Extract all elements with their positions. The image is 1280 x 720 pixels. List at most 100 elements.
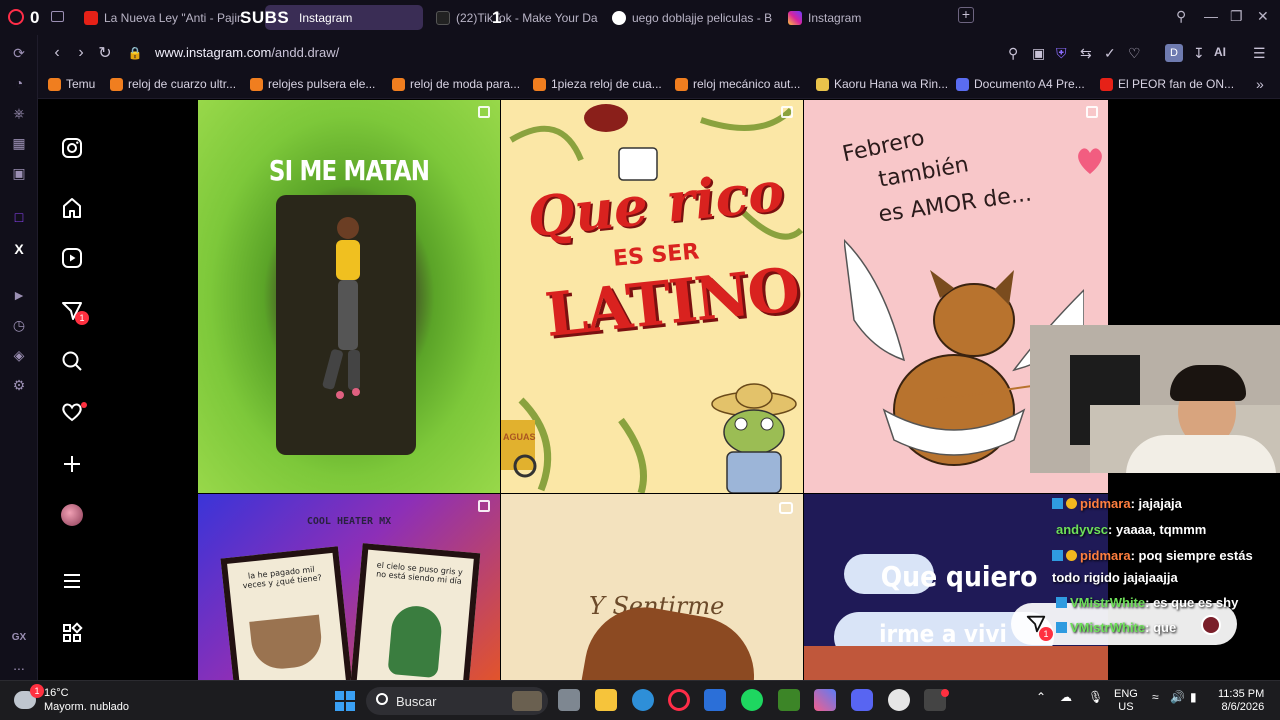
discord-icon[interactable] xyxy=(851,689,873,711)
steam-icon[interactable] xyxy=(888,689,910,711)
refresh-sidebar-icon[interactable]: ⟳ xyxy=(9,43,29,63)
twitch-badge-icon xyxy=(1056,597,1067,608)
search-tabs-icon[interactable]: ⚲ xyxy=(1176,8,1186,25)
bookmarks-overflow-icon[interactable]: » xyxy=(1256,76,1264,92)
back-arrow-icon[interactable]: ‹ xyxy=(48,44,66,62)
aria-ai-button[interactable]: AI xyxy=(1214,45,1226,59)
bookmark-item[interactable]: reloj mecánico aut... xyxy=(675,77,800,91)
bookmark-item[interactable]: relojes pulsera ele... xyxy=(250,77,375,91)
restore-icon[interactable]: ❐ xyxy=(1230,8,1243,25)
tab-tiktok[interactable]: (22)TikTok - Make Your Da xyxy=(428,5,600,30)
spotify-icon[interactable] xyxy=(741,689,763,711)
start-windows-icon[interactable] xyxy=(335,691,355,711)
gx-mods-icon[interactable]: ▣ xyxy=(9,163,29,183)
downloads-icon[interactable]: ↧ xyxy=(1193,45,1205,62)
close-window-icon[interactable]: ✕ xyxy=(1257,8,1269,25)
url-field[interactable]: www.instagram.com/andd.draw/ xyxy=(155,45,339,60)
url-path: /andd.draw/ xyxy=(271,45,340,60)
translate-icon[interactable]: ⇆ xyxy=(1080,45,1092,62)
minimize-icon[interactable]: — xyxy=(1204,8,1218,24)
store-icon[interactable] xyxy=(704,689,726,711)
messages-badge: 1 xyxy=(75,311,89,325)
search-icon[interactable] xyxy=(59,348,85,374)
profile-avatar[interactable] xyxy=(59,502,85,528)
forward-arrow-icon[interactable]: › xyxy=(72,44,90,62)
instagram-logo-icon[interactable] xyxy=(59,135,85,161)
task-view-icon[interactable] xyxy=(558,689,580,711)
extensions-icon[interactable]: ◈ xyxy=(9,345,29,365)
post-que-rico-latino[interactable]: Que rico ES SER LATINO AGUAS xyxy=(501,100,803,493)
bookmark-item[interactable]: Temu xyxy=(48,77,95,91)
tab-instagram[interactable]: Instagram xyxy=(780,5,940,30)
bookmark-item[interactable]: El PEOR fan de ON... xyxy=(1100,77,1234,91)
lock-icon[interactable]: 🔒 xyxy=(126,44,144,62)
copilot-icon[interactable] xyxy=(814,689,836,711)
bookmark-item[interactable]: Documento A4 Pre... xyxy=(956,77,1085,91)
temu-icon xyxy=(675,77,688,91)
also-from-meta-icon[interactable] xyxy=(59,620,85,646)
post-si-me-matan[interactable]: SI ME MATAN xyxy=(198,100,500,493)
streamer-hair xyxy=(1170,365,1246,401)
volume-icon[interactable]: 🔊 xyxy=(1170,691,1185,704)
minecraft-icon[interactable] xyxy=(778,689,800,711)
onedrive-cloud-icon[interactable]: ☁ xyxy=(1060,691,1072,704)
post-text-line2: también xyxy=(876,152,971,193)
player-icon[interactable]: ► xyxy=(9,285,29,305)
twitch-icon[interactable]: □ xyxy=(9,207,29,227)
battery-icon[interactable]: ▮ xyxy=(1190,691,1197,704)
tab-youtube[interactable]: La Nueva Ley "Anti - Pajin xyxy=(76,5,242,30)
more-menu-icon[interactable] xyxy=(59,568,85,594)
snapshot-icon[interactable]: ▣ xyxy=(1032,45,1045,62)
history-icon[interactable]: ◷ xyxy=(9,315,29,335)
taskbar-search[interactable]: Buscar xyxy=(366,687,548,715)
bookmark-item[interactable]: Kaoru Hana wa Rin... xyxy=(816,77,948,91)
clock[interactable]: 11:35 PM 8/6/2026 xyxy=(1218,688,1264,714)
more-options-icon[interactable]: ... xyxy=(9,655,29,675)
edge-icon[interactable] xyxy=(632,689,654,711)
bookmark-item[interactable]: 1pieza reloj de cua... xyxy=(533,77,662,91)
tab-google[interactable]: uego doblajje peliculas - B xyxy=(604,5,776,30)
vpn-shield-icon[interactable]: ⛨ xyxy=(1056,45,1067,62)
cart-sign: AGUAS xyxy=(503,432,536,442)
reload-icon[interactable]: ↻ xyxy=(96,44,114,62)
pin-icon[interactable]: ⚲ xyxy=(1008,45,1018,62)
loteria-card-left: la he pagado mil veces y ¿qué tiene? xyxy=(220,546,354,680)
youtube-favicon-icon xyxy=(84,10,98,25)
settings-gear-icon[interactable]: ⚙ xyxy=(9,375,29,395)
post-cool-heater-cards[interactable]: COOL HEATER MX la he pagado mil veces y … xyxy=(198,494,500,680)
file-explorer-icon[interactable] xyxy=(595,689,617,711)
messages-badge: 1 xyxy=(1039,627,1053,641)
bookmark-heart-icon[interactable]: ♡ xyxy=(1128,45,1141,62)
bookmark-label: reloj mecánico aut... xyxy=(693,77,801,91)
gx-cleaner-icon[interactable]: ▦ xyxy=(9,133,29,153)
new-tab-button[interactable]: + xyxy=(958,7,974,23)
temu-icon xyxy=(110,77,123,91)
wifi-icon[interactable]: ≈ xyxy=(1152,691,1159,704)
menu-lines-icon[interactable]: ☰ xyxy=(1253,45,1266,62)
home-icon[interactable] xyxy=(59,195,85,221)
chat-message: andyvsc: yaaaa, tqmmm xyxy=(1056,522,1206,537)
opera-gx-taskbar-icon[interactable] xyxy=(668,689,690,711)
weather-widget[interactable]: 1 16°C Mayorm. nublado xyxy=(14,684,129,714)
bookmark-item[interactable]: reloj de cuarzo ultr... xyxy=(110,77,236,91)
character-icon xyxy=(387,604,444,679)
carousel-icon xyxy=(781,106,793,118)
language-indicator[interactable]: ENG US xyxy=(1114,688,1138,714)
reels-icon[interactable] xyxy=(59,245,85,271)
gx-control-icon[interactable]: ⎈ xyxy=(9,103,29,123)
loteria-card-right: el cielo se puso gris y no está siendo m… xyxy=(349,543,481,680)
profile-avatar-button[interactable]: D xyxy=(1165,44,1183,62)
speed-limiter-icon[interactable]: ◔ xyxy=(9,73,29,93)
tray-overflow-icon[interactable]: ⌃ xyxy=(1036,691,1046,704)
post-brand: COOL HEATER MX xyxy=(306,516,392,527)
microphone-icon[interactable]: 🎙 xyxy=(1088,691,1103,704)
bookmark-item[interactable]: reloj de moda para... xyxy=(392,77,520,91)
clock-date: 8/6/2026 xyxy=(1221,701,1265,713)
x-twitter-icon[interactable]: X xyxy=(9,239,29,259)
chat-text: : es que es shy xyxy=(1145,595,1239,610)
post-y-sentirme[interactable]: Y Sentirme xyxy=(501,494,803,680)
opera-logo-icon[interactable] xyxy=(8,9,24,25)
workspace-icon[interactable] xyxy=(51,11,64,22)
create-plus-icon[interactable] xyxy=(59,451,85,477)
wallet-icon[interactable]: ✓ xyxy=(1104,45,1116,62)
